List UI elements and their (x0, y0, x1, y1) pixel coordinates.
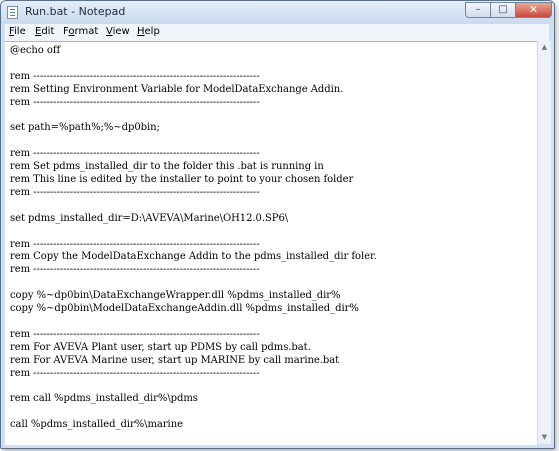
menu-view[interactable]: View (106, 26, 130, 37)
scroll-up-arrow-icon[interactable]: ▲ (538, 41, 551, 54)
text-line: rem call %pdms_installed_dir%\pdms (10, 393, 198, 405)
text-line: set path=%path%;%~dp0bin; (10, 122, 160, 134)
vertical-scrollbar[interactable]: ▲ ▼ (537, 41, 551, 444)
text-line: rem ------------------------------------… (10, 264, 260, 276)
title-bar[interactable]: Run.bat - Notepad – □ ✕ (1, 1, 554, 25)
menu-format[interactable]: Format (63, 26, 98, 37)
minimize-button[interactable]: – (465, 2, 491, 18)
text-line: call %pdms_installed_dir%\marine (10, 419, 183, 431)
text-line: rem Setting Environment Variable for Mod… (10, 83, 344, 95)
text-line: rem ------------------------------------… (10, 70, 260, 82)
text-line: rem ------------------------------------… (10, 238, 260, 250)
menu-edit-rest: dit (41, 26, 55, 37)
window-title: Run.bat - Notepad (25, 5, 126, 18)
text-line: rem ------------------------------------… (10, 96, 260, 108)
menu-bar: File Edit Format View Help (5, 24, 549, 42)
menu-view-accel: V (106, 26, 113, 37)
text-line: rem ------------------------------------… (10, 148, 260, 160)
text-line: rem This line is edited by the installer… (10, 174, 354, 185)
text-editor[interactable]: @echo off rem ---------------------------… (5, 41, 537, 445)
scroll-down-arrow-icon[interactable]: ▼ (538, 431, 551, 444)
text-line: rem ------------------------------------… (10, 328, 260, 340)
text-line: copy %~dp0bin\ModelDataExchangeAddin.dll… (10, 303, 359, 314)
text-line: rem Set pdms_installed_dir to the folder… (10, 161, 324, 173)
text-line: set pdms_installed_dir=D:\AVEVA\Marine\O… (10, 212, 289, 224)
menu-help[interactable]: Help (137, 26, 160, 37)
text-line: rem Copy the ModelDataExchange Addin to … (10, 251, 377, 263)
text-line: rem For AVEVA Plant user, start up PDMS … (10, 341, 311, 353)
text-line: copy %~dp0bin\DataExchangeWrapper.dll %p… (10, 290, 341, 302)
menu-view-rest: iew (112, 26, 130, 37)
menu-help-accel: H (137, 26, 145, 37)
text-line: rem ------------------------------------… (10, 186, 260, 198)
notepad-window: Run.bat - Notepad – □ ✕ File Edit Format… (0, 0, 555, 449)
maximize-button[interactable]: □ (491, 2, 516, 18)
close-button[interactable]: ✕ (516, 2, 552, 18)
text-line: @echo off (10, 45, 61, 56)
menu-help-rest: elp (144, 26, 160, 37)
menu-edit[interactable]: Edit (35, 26, 54, 37)
menu-file-rest: ile (14, 26, 26, 37)
text-line: rem For AVEVA Marine user, start up MARI… (10, 354, 340, 366)
notepad-icon (7, 6, 18, 19)
text-line: rem ------------------------------------… (10, 367, 260, 379)
menu-format-rest: rmat (74, 26, 99, 37)
menu-file[interactable]: File (9, 26, 26, 37)
